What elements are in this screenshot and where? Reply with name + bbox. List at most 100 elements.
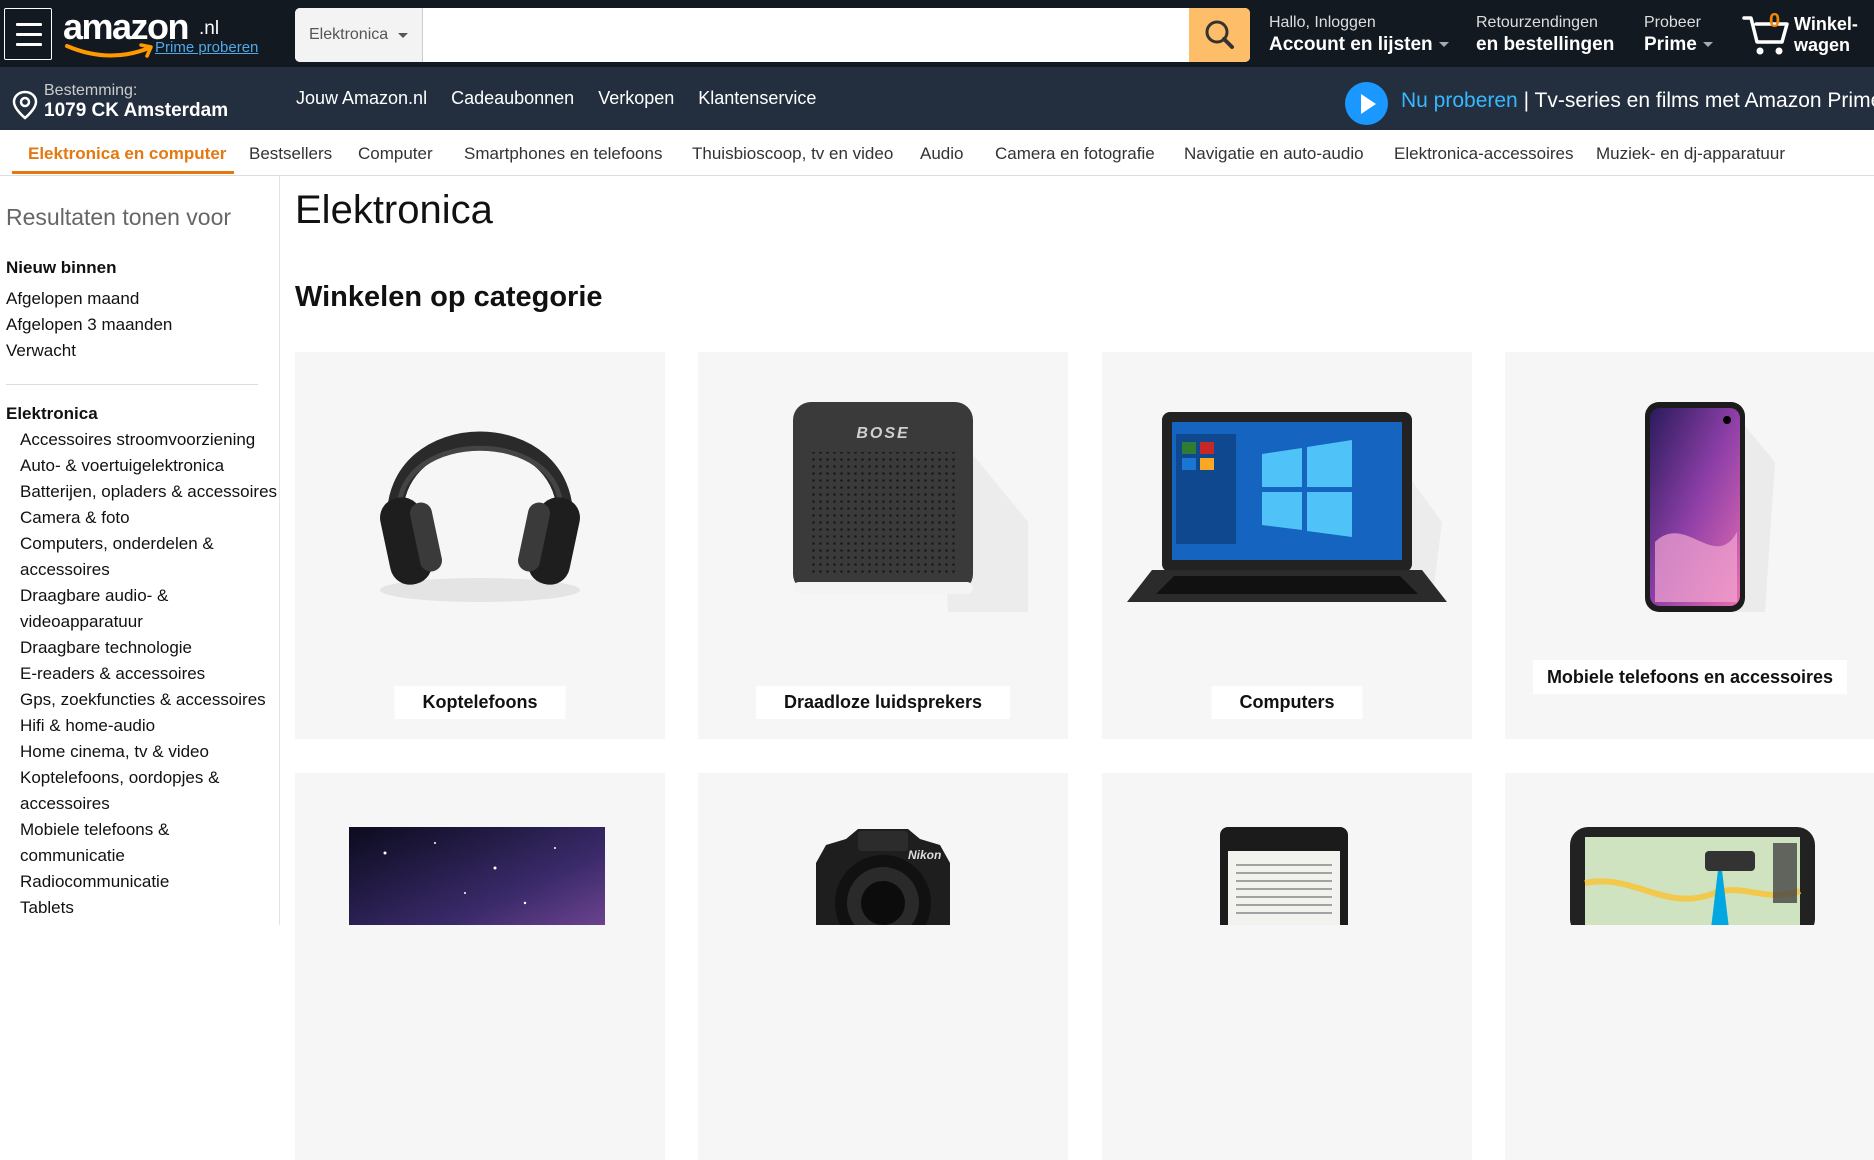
- shopping-cart-icon: [1742, 16, 1789, 55]
- sidebar-category-item[interactable]: Mobiele telefoons & communicatie: [20, 817, 190, 869]
- nav-link-your-amazon[interactable]: Jouw Amazon.nl: [296, 88, 427, 109]
- active-tab-underline: [12, 171, 234, 174]
- promo-text: | Tv-series en films met Amazon Prime: [1517, 89, 1874, 112]
- chevron-down-icon: [398, 33, 408, 38]
- search-category-label: Elektronica: [309, 26, 389, 43]
- category-tile-ereaders[interactable]: [1102, 773, 1472, 1160]
- sidebar-category-item[interactable]: Computers, onderdelen & accessoires: [20, 531, 220, 583]
- category-tile-camera[interactable]: Nikon: [698, 773, 1068, 1160]
- category-tile-computers[interactable]: Computers: [1102, 352, 1472, 739]
- orders-label: en bestellingen: [1476, 34, 1615, 55]
- prime-try-label: Probeer: [1644, 14, 1701, 31]
- play-icon: [1345, 82, 1388, 125]
- tile-label: Mobiele telefoons en accessoires: [1533, 660, 1847, 694]
- subnav-item-home-theater[interactable]: Thuisbioscoop, tv en video: [692, 144, 893, 164]
- promo-cta: Nu proberen: [1401, 89, 1518, 112]
- section-title: Winkelen op categorie: [295, 281, 603, 313]
- sidebar-heading-electronics[interactable]: Elektronica: [6, 404, 98, 424]
- tile-label: Koptelefoons: [394, 686, 566, 719]
- account-lists-menu[interactable]: Hallo, Inloggen Account en lijsten: [1269, 14, 1449, 56]
- subnav-links: Jouw Amazon.nl Cadeaubonnen Verkopen Klante…: [296, 88, 840, 109]
- chevron-down-icon: [1702, 42, 1713, 48]
- location-pin-icon: [12, 90, 38, 120]
- sidebar-category-item[interactable]: Accessoires stroomvoorziening: [20, 427, 280, 453]
- subnav-item-computer[interactable]: Computer: [358, 144, 433, 164]
- category-tile-tv[interactable]: [295, 773, 665, 1160]
- nav-link-customer-service[interactable]: Klantenservice: [698, 88, 816, 109]
- sidebar-category-item[interactable]: Gps, zoekfuncties & accessoires: [20, 687, 280, 713]
- delivery-label: Bestemming:: [44, 82, 138, 99]
- hamburger-menu-icon[interactable]: [4, 8, 52, 60]
- sidebar-category-item[interactable]: E-readers & accessoires: [20, 661, 280, 687]
- page-title: Elektronica: [295, 188, 493, 232]
- cart-label-line2: wagen: [1794, 35, 1851, 55]
- laptop-image: [1127, 412, 1447, 602]
- cart-count-badge: 0: [1769, 10, 1781, 32]
- sidebar-category-item[interactable]: Koptelefoons, oordopjes & accessoires: [20, 765, 230, 817]
- speaker-image: BOSE: [793, 402, 1028, 612]
- sidebar-link-last-3-months[interactable]: Afgelopen 3 maanden: [6, 315, 172, 335]
- search-icon: [1205, 20, 1234, 49]
- search-bar: Elektronica: [295, 8, 1250, 62]
- camera-image: Nikon: [816, 829, 950, 925]
- subnav-item-navigation[interactable]: Navigatie en auto-audio: [1184, 144, 1364, 164]
- left-sidebar: Resultaten tonen voor Nieuw binnen Afgel…: [0, 176, 280, 925]
- sidebar-category-item[interactable]: Radiocommunicatie: [20, 869, 280, 895]
- sidebar-category-item[interactable]: Auto- & voertuigelektronica: [20, 453, 280, 479]
- sidebar-heading-new: Nieuw binnen: [6, 258, 117, 277]
- subnav-item-smartphones[interactable]: Smartphones en telefoons: [464, 144, 662, 164]
- sidebar-title: Resultaten tonen voor: [6, 204, 232, 230]
- category-tile-gps[interactable]: [1505, 773, 1874, 1160]
- secondary-navbar: Bestemming: 1079 CK Amsterdam Jouw Amazo…: [0, 67, 1874, 130]
- logo-smile-icon: [65, 43, 153, 58]
- tile-label: Draadloze luidsprekers: [755, 686, 1011, 719]
- subnav-item-accessories[interactable]: Elektronica-accessoires: [1394, 144, 1574, 164]
- search-category-dropdown[interactable]: Elektronica: [295, 8, 423, 62]
- cart-button[interactable]: 0 Winkel- wagen: [1742, 8, 1874, 60]
- sidebar-link-expected[interactable]: Verwacht: [6, 341, 76, 361]
- smartphone-image: [1645, 402, 1775, 612]
- headphones-image: [380, 431, 580, 602]
- subnav-item-camera[interactable]: Camera en fotografie: [995, 144, 1155, 164]
- search-button[interactable]: [1189, 8, 1250, 62]
- tile-label: Computers: [1211, 686, 1363, 719]
- sidebar-category-item[interactable]: Draagbare technologie: [20, 635, 280, 661]
- search-input[interactable]: [423, 8, 1189, 62]
- nav-link-sell[interactable]: Verkopen: [598, 88, 674, 109]
- nav-link-giftcards[interactable]: Cadeaubonnen: [451, 88, 574, 109]
- amazon-logo[interactable]: amazon .nl Prime proberen: [63, 6, 273, 58]
- prime-label: Prime: [1644, 34, 1697, 55]
- chevron-down-icon: [1438, 42, 1449, 48]
- subnav-item-music-dj[interactable]: Muziek- en dj-apparatuur: [1596, 144, 1785, 164]
- prime-trial-link[interactable]: Prime proberen: [155, 39, 258, 56]
- speaker-brand-text: BOSE: [856, 425, 909, 442]
- delivery-address: 1079 CK Amsterdam: [44, 100, 229, 121]
- sidebar-category-item[interactable]: Batterijen, opladers & accessoires: [20, 479, 280, 505]
- sidebar-category-item[interactable]: Tablets: [20, 895, 280, 921]
- category-tile-wireless-speakers[interactable]: BOSE Draadloze luidsprekers: [698, 352, 1068, 739]
- subnav-item-audio[interactable]: Audio: [920, 144, 963, 164]
- sidebar-link-last-month[interactable]: Afgelopen maand: [6, 289, 139, 309]
- sidebar-divider: [6, 384, 258, 385]
- tv-image: [349, 827, 605, 925]
- subnav-item-electronics-computer[interactable]: Elektronica en computer: [28, 144, 226, 164]
- try-prime-menu[interactable]: Probeer Prime: [1644, 14, 1713, 56]
- sidebar-category-item[interactable]: Hifi & home-audio: [20, 713, 280, 739]
- returns-label: Retourzendingen: [1476, 14, 1598, 31]
- subnav-item-bestsellers[interactable]: Bestsellers: [249, 144, 332, 164]
- sidebar-category-item[interactable]: Camera & foto: [20, 505, 280, 531]
- category-tile-mobile-phones[interactable]: Mobiele telefoons en accessoires: [1505, 352, 1874, 739]
- ereader-image: [1220, 827, 1348, 925]
- category-subnav: Elektronica en computer Bestsellers Comp…: [0, 130, 1874, 176]
- category-tile-headphones[interactable]: Koptelefoons: [295, 352, 665, 739]
- sidebar-category-item[interactable]: Home cinema, tv & video: [20, 739, 280, 765]
- account-lists-label: Account en lijsten: [1269, 34, 1433, 55]
- gps-image: [1570, 827, 1815, 925]
- logo-tld: .nl: [199, 18, 220, 39]
- cart-label-line1: Winkel-: [1794, 14, 1858, 34]
- sidebar-category-item[interactable]: Draagbare audio- & videoapparatuur: [20, 583, 200, 635]
- camera-brand-text: Nikon: [908, 848, 941, 862]
- returns-orders-link[interactable]: Retourzendingen en bestellingen: [1476, 14, 1614, 56]
- account-greeting: Hallo, Inloggen: [1269, 14, 1376, 31]
- top-navbar: amazon .nl Prime proberen Elektronica Ha…: [0, 0, 1874, 67]
